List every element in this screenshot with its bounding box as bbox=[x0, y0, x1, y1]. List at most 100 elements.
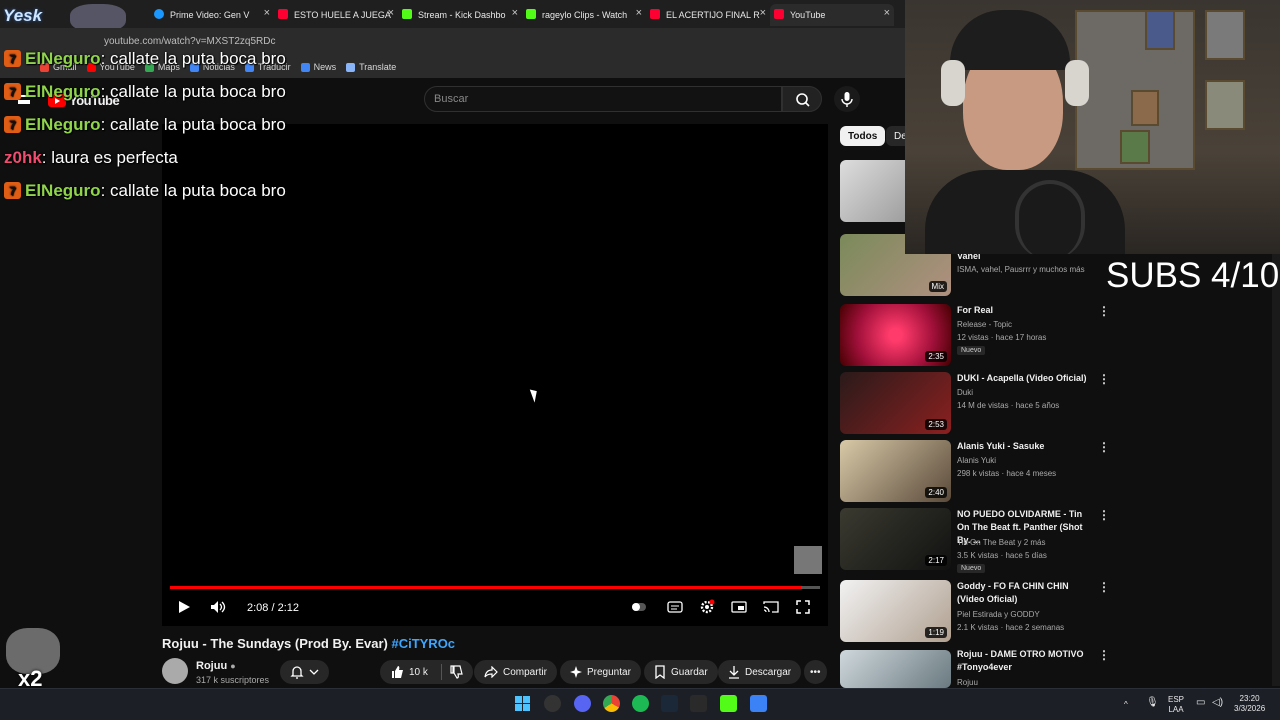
language-code: ESP bbox=[1168, 695, 1185, 704]
close-icon[interactable]: × bbox=[388, 7, 394, 19]
chat-text: : laura es perfecta bbox=[41, 147, 178, 167]
subscribe-bell-button[interactable] bbox=[280, 660, 329, 684]
subtitles-button[interactable] bbox=[666, 598, 684, 616]
like-count: 10 k bbox=[409, 666, 428, 678]
search-placeholder: Buscar bbox=[434, 93, 469, 105]
more-vertical-icon[interactable]: ⋮ bbox=[1098, 440, 1110, 454]
rec-thumbnail[interactable] bbox=[840, 650, 951, 688]
notepad-icon[interactable] bbox=[750, 695, 767, 712]
cast-button[interactable] bbox=[762, 598, 780, 616]
thumbs-down-icon[interactable] bbox=[449, 665, 463, 679]
rec-title[interactable]: Alanis Yuki - Sasuke bbox=[957, 440, 1097, 453]
volume-button[interactable] bbox=[209, 598, 227, 616]
settings-button[interactable] bbox=[698, 598, 716, 616]
chat-message: z0hk: laura es perfecta bbox=[4, 141, 286, 174]
chevron-down-icon bbox=[309, 669, 319, 675]
volume-icon[interactable]: ◁) bbox=[1212, 698, 1223, 708]
download-label: Descargar bbox=[745, 666, 792, 678]
kick-icon[interactable] bbox=[720, 695, 737, 712]
browser-tab[interactable]: Stream - Kick Dashbo × bbox=[398, 4, 522, 26]
bookmark-icon bbox=[655, 665, 665, 679]
more-actions-button[interactable]: ••• bbox=[804, 660, 827, 684]
wall-poster bbox=[1131, 90, 1159, 126]
rec-thumbnail[interactable]: 2:40 bbox=[840, 440, 951, 502]
rec-thumbnail[interactable]: 2:53 bbox=[840, 372, 951, 434]
download-button[interactable]: Descargar bbox=[718, 660, 802, 684]
close-icon[interactable]: × bbox=[636, 7, 642, 19]
close-icon[interactable]: × bbox=[512, 7, 518, 19]
clock[interactable]: 23:20 3/3/2026 bbox=[1234, 694, 1265, 714]
spotify-icon[interactable] bbox=[632, 695, 649, 712]
rec-thumbnail[interactable]: 1:19 bbox=[840, 580, 951, 642]
more-vertical-icon[interactable]: ⋮ bbox=[1098, 648, 1110, 662]
close-icon[interactable]: × bbox=[760, 7, 766, 19]
progress-fill bbox=[170, 586, 801, 589]
miniplayer-icon bbox=[731, 601, 747, 613]
progress-bar[interactable] bbox=[170, 586, 820, 589]
browser-tab[interactable]: ESTO HUELE A JUEGA × bbox=[274, 4, 398, 26]
rec-stats: 14 M de vistas · hace 5 años bbox=[957, 401, 1060, 410]
search-button[interactable] bbox=[782, 86, 822, 112]
close-icon[interactable]: × bbox=[884, 7, 890, 19]
more-vertical-icon[interactable]: ⋮ bbox=[1098, 372, 1110, 386]
autoplay-toggle[interactable] bbox=[630, 598, 648, 616]
network-icon[interactable]: ▭ bbox=[1196, 698, 1205, 708]
discord-icon[interactable] bbox=[574, 695, 591, 712]
chip-todos[interactable]: Todos bbox=[840, 126, 886, 146]
chrome-icon[interactable] bbox=[603, 695, 620, 712]
hashtag-link[interactable]: #CiTYROc bbox=[391, 636, 455, 651]
rec-title[interactable]: Goddy - FO FA CHIN CHIN (Video Oficial) bbox=[957, 580, 1097, 606]
browser-tab[interactable]: EL ACERTIJO FINAL R × bbox=[646, 4, 770, 26]
chat-text: : callate la puta boca bro bbox=[100, 81, 286, 101]
chat-username: z0hk bbox=[4, 147, 42, 167]
more-vertical-icon[interactable]: ⋮ bbox=[1098, 304, 1110, 318]
subs-goal-counter: SUBS 4/10 bbox=[1106, 256, 1280, 295]
microphone-icon[interactable]: 🎙 bbox=[1146, 698, 1159, 708]
browser-tab[interactable]: Prime Video: Gen V × bbox=[150, 4, 274, 26]
translate-icon bbox=[346, 62, 356, 72]
subscriber-count: 317 k suscriptores bbox=[196, 675, 270, 685]
steam-icon[interactable] bbox=[661, 695, 678, 712]
channel-name[interactable]: Rojuu ● bbox=[196, 660, 236, 672]
ask-button[interactable]: Preguntar bbox=[560, 660, 641, 684]
microphone-arm bbox=[1015, 180, 1085, 254]
channel-avatar[interactable] bbox=[162, 658, 188, 684]
windows-start-icon[interactable] bbox=[514, 695, 531, 712]
rec-thumbnail[interactable]: 2:35 bbox=[840, 304, 951, 366]
bookmark-translate[interactable]: Translate bbox=[346, 62, 396, 72]
close-icon[interactable]: × bbox=[264, 7, 270, 19]
gear-icon bbox=[700, 599, 715, 614]
voice-search-button[interactable] bbox=[834, 86, 860, 112]
language-indicator[interactable]: ESP LAA bbox=[1168, 695, 1184, 715]
news-icon bbox=[300, 62, 310, 72]
chat-username: ElNeguro bbox=[25, 180, 101, 200]
miniplayer-button[interactable] bbox=[730, 598, 748, 616]
rec-thumbnail[interactable]: 2:17 bbox=[840, 508, 951, 570]
rec-title[interactable]: DUKI - Acapella (Video Oficial) bbox=[957, 372, 1097, 385]
app-icon[interactable] bbox=[544, 695, 561, 712]
browser-tab[interactable]: rageylo Clips - Watch × bbox=[522, 4, 646, 26]
duration-badge: 2:53 bbox=[925, 419, 947, 430]
download-icon bbox=[729, 666, 739, 679]
epic-games-icon[interactable] bbox=[690, 695, 707, 712]
bookmark-news[interactable]: News bbox=[300, 62, 337, 72]
chevron-up-icon[interactable]: ^ bbox=[1124, 700, 1128, 710]
rec-title[interactable]: For Real bbox=[957, 304, 1097, 317]
share-button[interactable]: Compartir bbox=[474, 660, 557, 684]
fullscreen-button[interactable] bbox=[794, 598, 812, 616]
ask-label: Preguntar bbox=[587, 666, 631, 678]
time-display: 2:08 / 2:12 bbox=[247, 602, 299, 614]
rec-title[interactable]: Rojuu - DAME OTRO MOTIVO #Tonyo4ever bbox=[957, 648, 1097, 674]
browser-tab-active[interactable]: YouTube × bbox=[770, 4, 894, 26]
search-input[interactable] bbox=[424, 86, 782, 112]
prime-video-icon bbox=[154, 9, 164, 19]
kick-badge-icon: 7 bbox=[4, 50, 21, 67]
bookmark-label: News bbox=[313, 62, 337, 72]
save-button[interactable]: Guardar bbox=[644, 660, 718, 684]
like-divider bbox=[440, 664, 442, 680]
like-button[interactable]: 10 k bbox=[380, 660, 473, 684]
more-vertical-icon[interactable]: ⋮ bbox=[1098, 508, 1110, 522]
channel-watermark[interactable] bbox=[794, 546, 822, 574]
play-button[interactable] bbox=[175, 598, 193, 616]
more-vertical-icon[interactable]: ⋮ bbox=[1098, 580, 1110, 594]
